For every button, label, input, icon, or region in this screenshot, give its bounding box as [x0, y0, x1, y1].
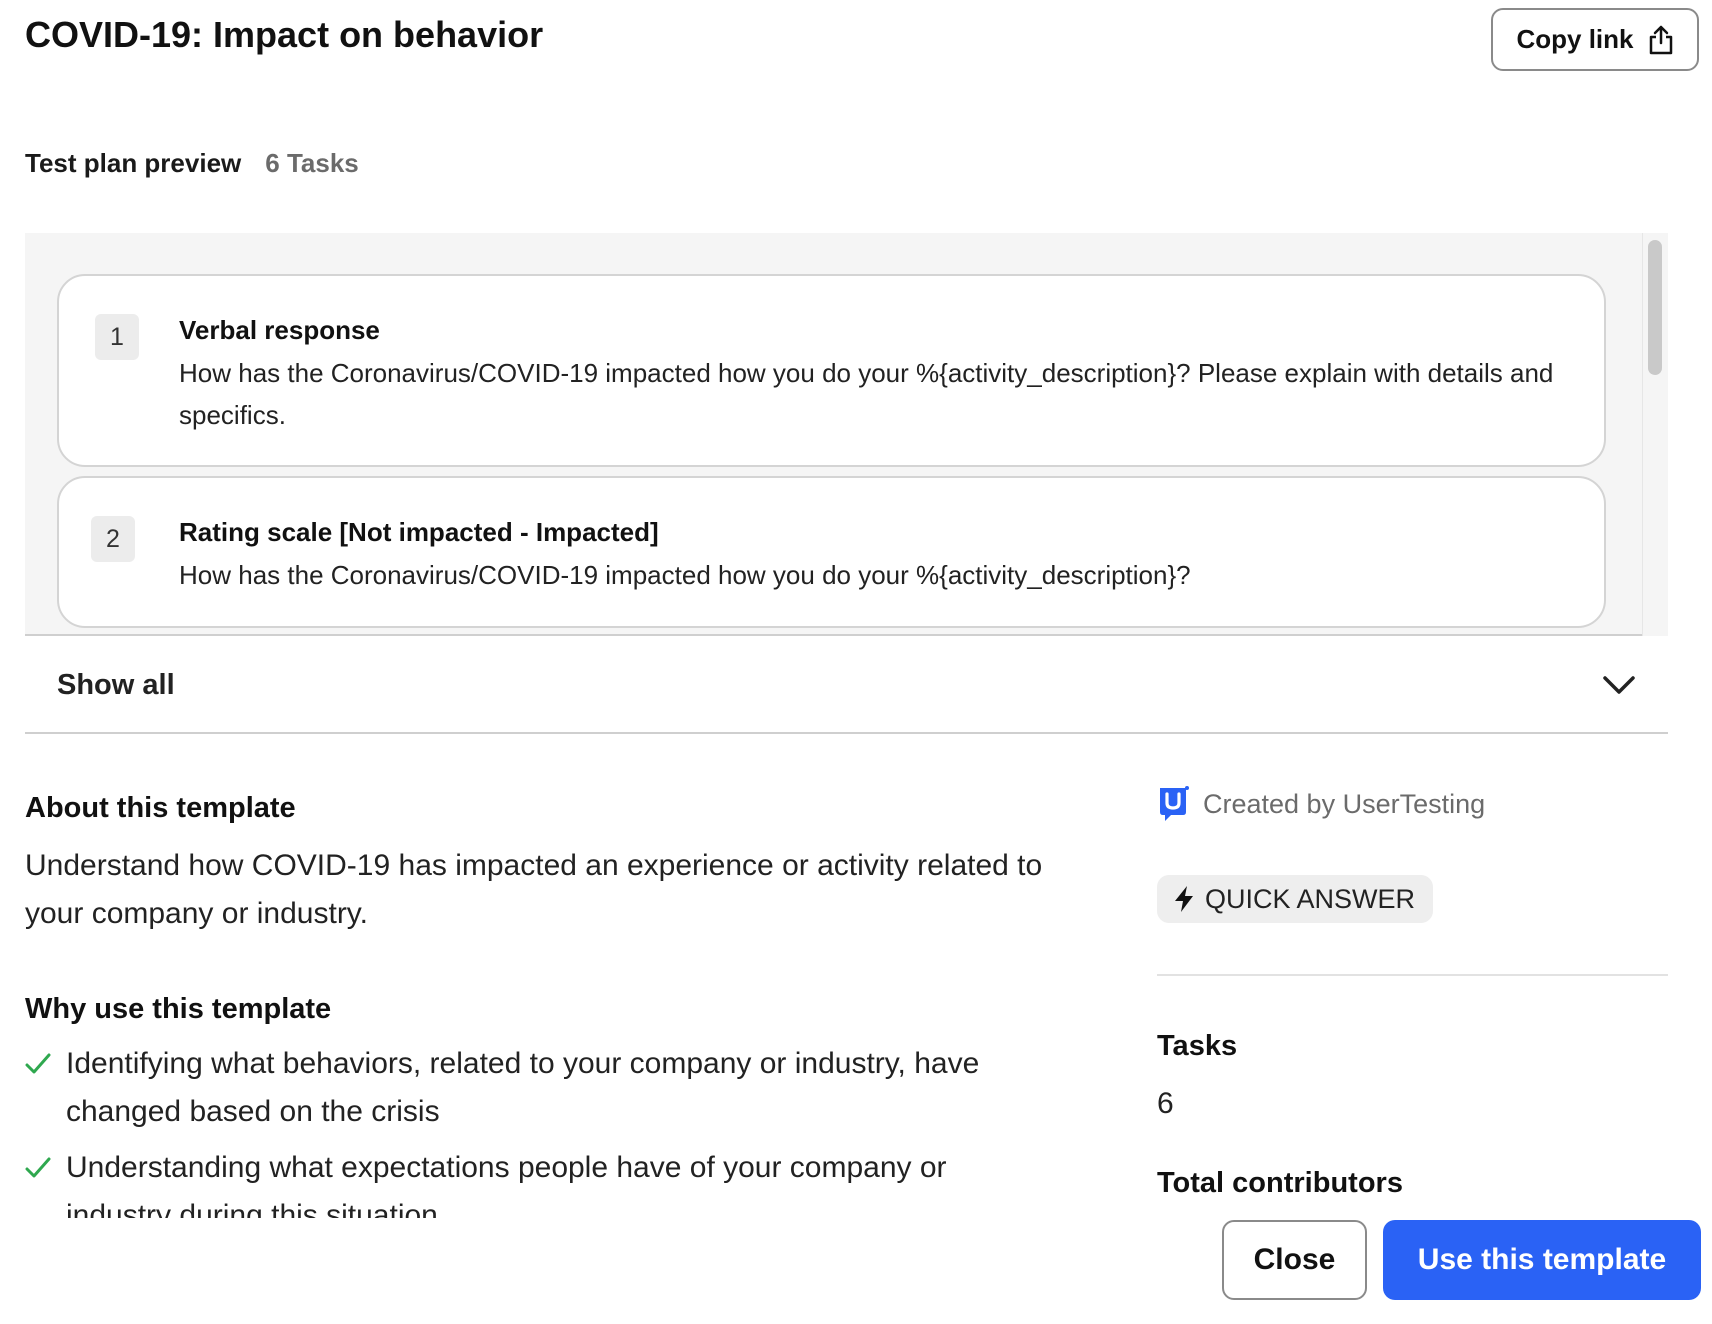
quick-answer-badge: QUICK ANSWER	[1157, 875, 1434, 923]
why-item-text: Identifying what behaviors, related to y…	[66, 1047, 980, 1128]
tasks-label: Tasks	[1157, 1030, 1238, 1062]
task-count: 6 Tasks	[265, 148, 359, 178]
task-list: 1 Verbal response How has the Coronaviru…	[25, 233, 1668, 636]
share-icon	[1649, 25, 1672, 54]
show-all-label: Show all	[57, 668, 175, 701]
check-icon	[25, 1157, 51, 1178]
chevron-down-icon	[1603, 676, 1635, 694]
usertesting-logo-icon	[1160, 786, 1189, 821]
copy-link-button[interactable]: Copy link	[1491, 8, 1699, 71]
divider	[1157, 974, 1668, 976]
check-icon	[25, 1053, 51, 1074]
show-all-toggle[interactable]: Show all	[25, 638, 1668, 734]
list-item: Identifying what behaviors, related to y…	[25, 1040, 1055, 1136]
template-preview-modal: COVID-19: Impact on behavior Copy link T…	[0, 0, 1712, 1324]
task-description: How has the Coronavirus/COVID-19 impacte…	[179, 560, 1191, 590]
list-item: Understanding what expectations people h…	[25, 1144, 1055, 1218]
task-number: 2	[91, 516, 135, 562]
test-plan-header: Test plan preview 6 Tasks	[25, 148, 359, 179]
why-title: Why use this template	[25, 993, 332, 1025]
use-template-button[interactable]: Use this template	[1383, 1220, 1701, 1300]
task-card: 2 Rating scale [Not impacted - Impacted]…	[57, 476, 1606, 628]
about-title: About this template	[25, 792, 296, 824]
copy-link-label: Copy link	[1516, 24, 1634, 54]
page-title: COVID-19: Impact on behavior	[25, 14, 544, 55]
lightning-bolt-icon	[1175, 886, 1193, 912]
task-description: How has the Coronavirus/COVID-19 impacte…	[179, 358, 1554, 430]
creator-label: Created by UserTesting	[1203, 788, 1486, 819]
test-plan-label: Test plan preview	[25, 148, 242, 178]
about-description: Understand how COVID-19 has impacted an …	[25, 849, 1043, 930]
scrollbar-thumb[interactable]	[1648, 240, 1662, 375]
why-item-text: Understanding what expectations people h…	[66, 1151, 947, 1218]
tasks-value: 6	[1157, 1087, 1174, 1120]
task-card: 1 Verbal response How has the Coronaviru…	[57, 274, 1606, 467]
total-contributors-label: Total contributors	[1157, 1167, 1403, 1199]
creator-info: Created by UserTesting	[1157, 785, 1485, 823]
task-number: 1	[95, 314, 139, 360]
badge-label: QUICK ANSWER	[1205, 883, 1416, 914]
close-button[interactable]: Close	[1222, 1220, 1367, 1300]
task-title: Rating scale [Not impacted - Impacted]	[179, 517, 659, 547]
task-title: Verbal response	[179, 315, 380, 345]
why-list: Identifying what behaviors, related to y…	[25, 1040, 1055, 1218]
